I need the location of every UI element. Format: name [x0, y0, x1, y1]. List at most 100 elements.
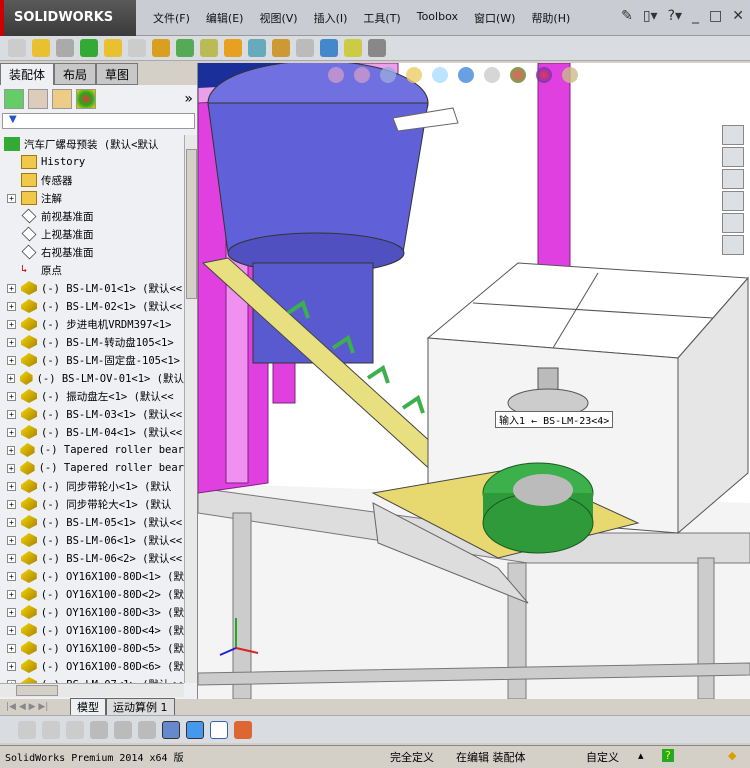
tree-item[interactable]: + (-) 同步带轮大<1> (默认: [0, 495, 184, 513]
tag-icon[interactable]: ◆: [728, 749, 736, 762]
tree-item[interactable]: + (-) 步进电机VRDM397<1>: [0, 315, 184, 333]
expand-icon[interactable]: +: [7, 607, 16, 617]
tree-item[interactable]: +(-) BS-LM-07<1> (默认<<: [0, 675, 184, 683]
new-motion-study-icon[interactable]: [224, 39, 242, 57]
tab-model[interactable]: 模型: [70, 698, 106, 716]
hide-show-items-icon[interactable]: [484, 67, 500, 83]
feature-manager-icon[interactable]: [4, 89, 24, 109]
split-icon[interactable]: [138, 720, 156, 739]
property-manager-icon[interactable]: [28, 89, 48, 109]
pin-icon[interactable]: ✎: [621, 8, 633, 24]
smart-fasteners-icon[interactable]: [104, 39, 122, 57]
resources-icon[interactable]: [722, 125, 744, 145]
tree-item[interactable]: 上视基准面: [0, 225, 184, 243]
expand-icon[interactable]: +: [7, 355, 16, 365]
tree-filter[interactable]: ▼: [2, 113, 195, 129]
tree-item[interactable]: + (-) BS-LM-02<1> (默认<<: [0, 297, 184, 315]
solidworks-logo[interactable]: SOLIDWORKS: [0, 0, 136, 36]
reference-geometry-icon[interactable]: [200, 39, 218, 57]
expand-icon[interactable]: +: [7, 193, 16, 203]
tab-sketch[interactable]: 草图: [96, 63, 139, 85]
linear-pattern-icon[interactable]: [80, 39, 98, 57]
tree-item[interactable]: + (-) 振动盘左<1> (默认<<: [0, 387, 184, 405]
display-manager-icon[interactable]: [76, 89, 96, 109]
rollback-icon[interactable]: [66, 720, 84, 739]
3d-view-icon[interactable]: [186, 720, 204, 739]
view-settings-icon[interactable]: [562, 67, 578, 83]
file-explorer-icon[interactable]: [722, 169, 744, 189]
tree-item[interactable]: + (-) OY16X100-80D<4> (默: [0, 621, 184, 639]
tree-item[interactable]: + (-) 同步带轮小<1> (默认: [0, 477, 184, 495]
tree-item[interactable]: + (-) BS-LM-05<1> (默认<<: [0, 513, 184, 531]
zoom-to-area-icon[interactable]: [354, 67, 370, 83]
menu-insert[interactable]: 插入(I): [306, 10, 356, 26]
assembly-features-icon[interactable]: [176, 39, 194, 57]
expand-icon[interactable]: +: [7, 283, 16, 293]
move-component-icon[interactable]: [128, 39, 146, 57]
maximize-button[interactable]: □: [709, 8, 722, 24]
design-library-icon[interactable]: [722, 147, 744, 167]
tree-item[interactable]: + (-) BS-LM-固定盘-105<1>: [0, 351, 184, 369]
apply-scene-icon[interactable]: [536, 67, 552, 83]
expand-icon[interactable]: +: [7, 463, 16, 473]
expand-panel-icon[interactable]: »: [184, 91, 193, 107]
tree-item[interactable]: ↳ 原点: [0, 261, 184, 279]
expand-icon[interactable]: +: [7, 337, 16, 347]
tree-item[interactable]: 右视基准面: [0, 243, 184, 261]
scroll-thumb[interactable]: [186, 149, 197, 299]
tree-item[interactable]: 传感器: [0, 171, 184, 189]
tree-item[interactable]: + (-) OY16X100-80D<3> (默: [0, 603, 184, 621]
mate-icon[interactable]: [56, 39, 74, 57]
tree-item[interactable]: + (-) OY16X100-80D<2> (默: [0, 585, 184, 603]
expand-icon[interactable]: +: [7, 625, 16, 635]
previous-view-icon[interactable]: [380, 67, 396, 83]
appearances-icon[interactable]: [722, 213, 744, 233]
expand-icon[interactable]: +: [7, 499, 16, 509]
tree-item[interactable]: 前视基准面: [0, 207, 184, 225]
show-hidden-icon[interactable]: [152, 39, 170, 57]
menu-window[interactable]: 窗口(W): [466, 10, 523, 26]
tree-item[interactable]: + (-) BS-LM-06<1> (默认<<: [0, 531, 184, 549]
tree-item[interactable]: + (-) BS-LM-03<1> (默认<<: [0, 405, 184, 423]
expand-icon[interactable]: +: [7, 391, 16, 401]
menu-edit[interactable]: 编辑(E): [198, 10, 252, 26]
tree-item[interactable]: + (-) Tapered roller bear: [0, 459, 184, 477]
expand-icon[interactable]: +: [7, 319, 16, 329]
tree-item[interactable]: + (-) BS-LM-06<2> (默认<<: [0, 549, 184, 567]
insert-component-icon[interactable]: [32, 39, 50, 57]
close-button[interactable]: ✕: [732, 8, 744, 24]
tab-motion-study[interactable]: 运动算例 1: [106, 698, 175, 716]
help-status-icon[interactable]: ?: [662, 749, 674, 762]
tree-root[interactable]: 汽车厂螺母预装 (默认<默认: [0, 135, 184, 153]
expand-icon[interactable]: +: [7, 553, 16, 563]
minimize-button[interactable]: _: [692, 8, 699, 24]
edit-appearance-icon[interactable]: [510, 67, 526, 83]
status-units[interactable]: 自定义: [586, 749, 619, 765]
clearance-verification-icon[interactable]: [344, 39, 362, 57]
tree-vertical-scrollbar[interactable]: [184, 135, 197, 683]
units-arrow-icon[interactable]: ▴: [638, 749, 644, 762]
expand-icon[interactable]: +: [7, 535, 16, 545]
expand-icon[interactable]: +: [7, 301, 16, 311]
assembly-model[interactable]: [198, 63, 750, 699]
tree-item[interactable]: + (-) BS-LM-01<1> (默认<<: [0, 279, 184, 297]
interference-detection-icon[interactable]: [320, 39, 338, 57]
list-icon[interactable]: [90, 720, 108, 739]
bill-of-materials-icon[interactable]: [248, 39, 266, 57]
expand-icon[interactable]: +: [7, 409, 16, 419]
expand-icon[interactable]: +: [7, 373, 15, 383]
menu-view[interactable]: 视图(V): [251, 10, 305, 26]
tree-item[interactable]: + 注解: [0, 189, 184, 207]
expand-icon[interactable]: +: [7, 445, 16, 455]
report-icon[interactable]: [234, 720, 252, 739]
grid-icon[interactable]: [114, 720, 132, 739]
expand-icon[interactable]: +: [7, 661, 16, 671]
tab-layout[interactable]: 布局: [54, 63, 97, 85]
tree-item[interactable]: + (-) OY16X100-80D<6> (默: [0, 657, 184, 675]
view-orientation-icon[interactable]: [432, 67, 448, 83]
graphics-viewport[interactable]: [198, 63, 750, 699]
expand-icon[interactable]: +: [7, 427, 16, 437]
tree-item[interactable]: + (-) BS-LM-OV-01<1> (默认: [0, 369, 184, 387]
expand-icon[interactable]: +: [7, 481, 16, 491]
tab-navigation-arrows[interactable]: |◀ ◀ ▶ ▶|: [0, 702, 70, 712]
